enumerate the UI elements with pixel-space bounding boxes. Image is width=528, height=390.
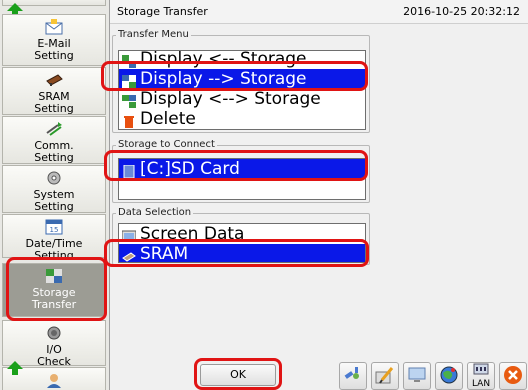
lan-label: LAN [471,379,491,389]
sram-chip-icon [122,248,136,262]
sidebar-item-label: Setting [34,102,74,115]
sd-card-icon [122,163,136,178]
group-label: Storage to Connect [116,138,217,151]
group-label: Data Selection [116,206,194,219]
trash-icon [122,113,136,128]
clock-datetime: 2016-10-25 20:32:12 [403,5,520,18]
scroll-down-arrow-icon[interactable] [6,360,24,376]
lan-button[interactable]: LAN [467,362,495,390]
sidebar-item-label: Transfer [31,298,77,311]
transfer-option-display-to-storage[interactable]: Display --> Storage [119,69,365,89]
storage-option-sd-card[interactable]: [C:]SD Card [119,159,365,179]
storage-to-connect-group: Storage to Connect [C:]SD Card [112,138,370,203]
ok-button[interactable]: OK [200,364,276,386]
monitor-icon [406,364,428,389]
header-bar: Storage Transfer 2016-10-25 20:32:12 [110,0,528,24]
sidebar: E-Mail Setting SRAM Setting Comm. Settin… [0,0,110,390]
lan-icon [473,363,489,380]
sidebar-item-label: Setting [34,151,74,164]
storage-to-display-icon [122,53,136,68]
transfer-option-display-both[interactable]: Display <--> Storage [119,89,365,109]
sidebar-item-label: Setting [34,249,74,258]
satellite-button[interactable] [339,362,367,390]
sidebar-item-system-setting[interactable]: System Setting [2,165,106,213]
pen-icon [374,364,396,389]
close-button[interactable] [499,362,527,390]
system-icon [44,169,64,187]
data-option-screen-data[interactable]: Screen Data [119,224,365,244]
comm-icon [44,120,64,138]
svg-text:15: 15 [50,226,59,234]
transfer-menu-group: Transfer Menu Display <-- Storage Displa… [112,28,370,133]
display-to-storage-icon [122,73,136,88]
globe-button[interactable] [435,362,463,390]
data-selection-list: Screen Data SRAM [118,223,366,263]
satellite-icon [342,364,364,389]
user-icon [44,371,64,389]
data-selection-group: Data Selection Screen Data SRAM [112,206,370,265]
sidebar-item-datetime-setting[interactable]: 15 Date/Time Setting [2,214,106,258]
monitor-button[interactable] [403,362,431,390]
transfer-option-display-from-storage[interactable]: Display <-- Storage [119,51,365,69]
sidebar-item-storage-transfer[interactable]: Storage Transfer [2,263,106,317]
globe-icon [438,364,460,389]
group-label: Transfer Menu [116,28,191,41]
storage-icon [44,267,64,285]
sidebar-item-label: Setting [34,200,74,213]
sidebar-item-sram-setting[interactable]: SRAM Setting [2,67,106,115]
io-icon [44,324,64,342]
calendar-icon: 15 [44,218,64,236]
pen-button[interactable] [371,362,399,390]
transfer-menu-list: Display <-- Storage Display --> Storage … [118,50,366,130]
data-option-sram[interactable]: SRAM [119,244,365,262]
close-icon [502,364,524,389]
storage-list: [C:]SD Card [118,158,366,200]
sidebar-item-label: Setting [34,49,74,62]
sidebar-item-comm-setting[interactable]: Comm. Setting [2,116,106,164]
transfer-option-delete[interactable]: Delete [119,109,365,129]
sram-icon [44,71,64,89]
screen-data-icon [121,228,137,241]
email-icon [44,18,64,36]
page-title: Storage Transfer [117,5,208,18]
swap-icon [122,93,136,108]
sidebar-item-email-setting[interactable]: E-Mail Setting [2,14,106,66]
